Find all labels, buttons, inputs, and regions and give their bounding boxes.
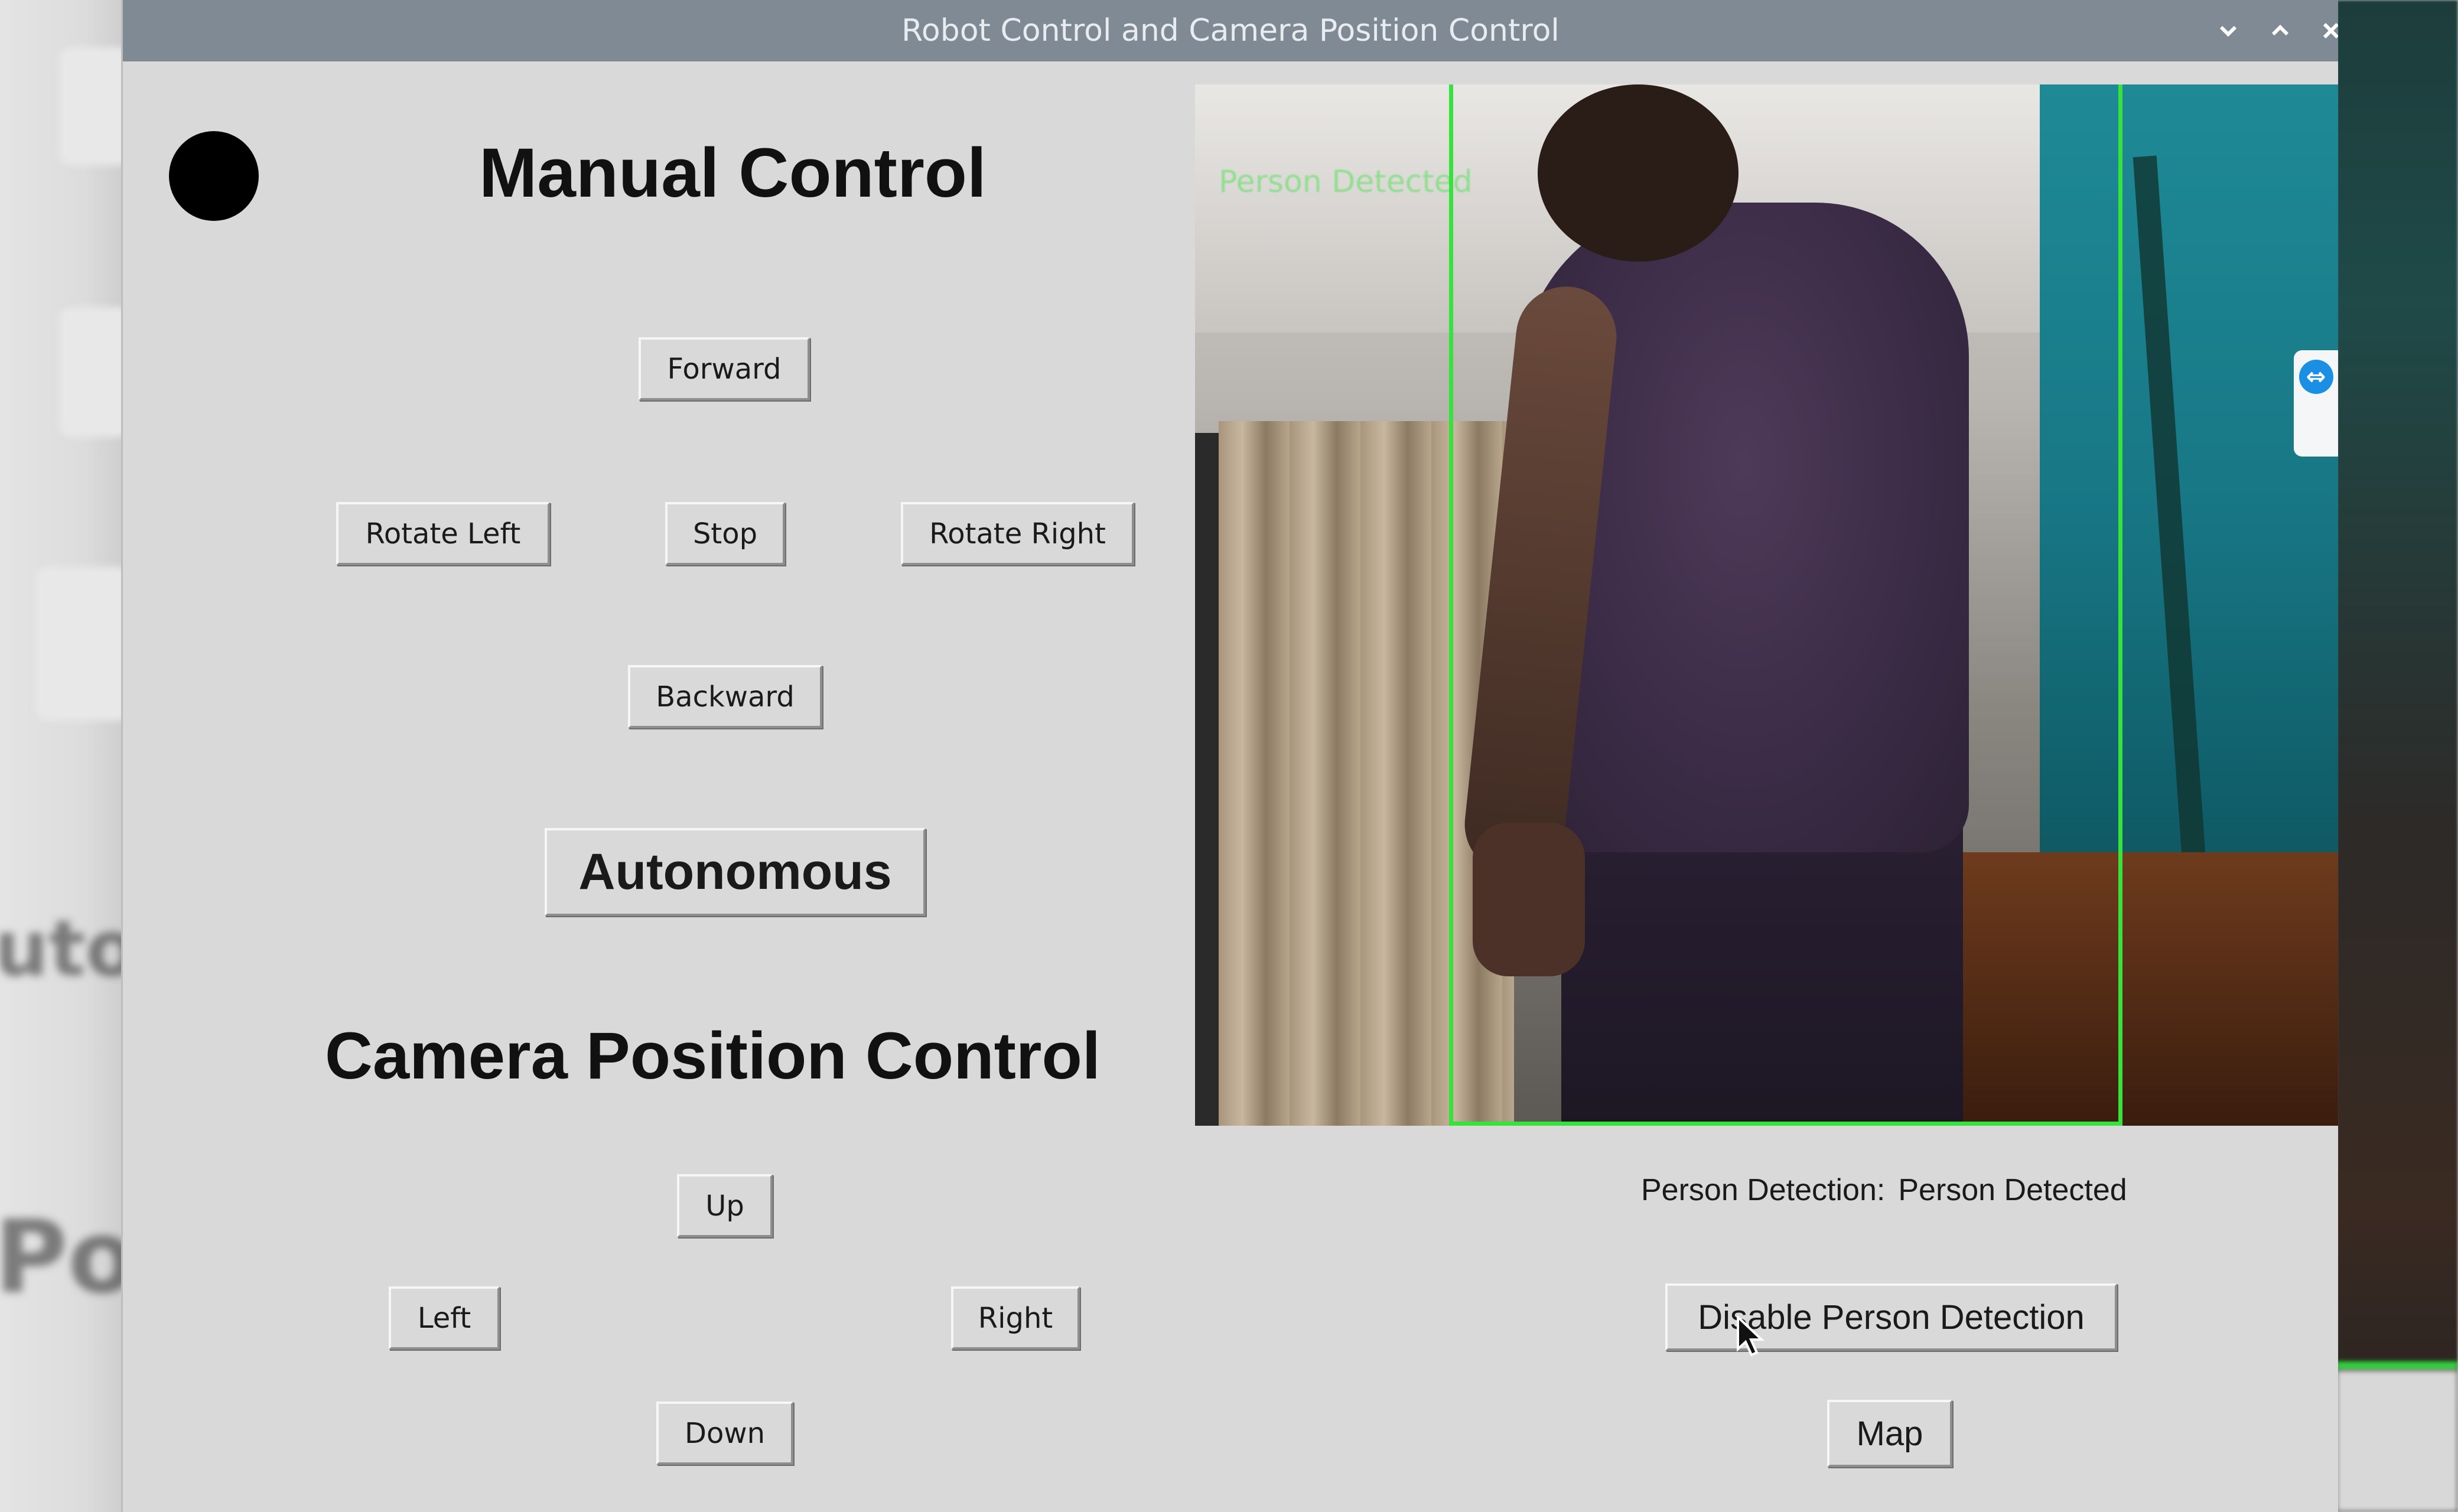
camera-right-button[interactable]: Right	[951, 1286, 1080, 1350]
window-title: Robot Control and Camera Position Contro…	[901, 13, 1560, 48]
camera-left-button[interactable]: Left	[389, 1286, 500, 1350]
camera-down-button[interactable]: Down	[656, 1402, 793, 1465]
autonomous-button[interactable]: Autonomous	[545, 828, 926, 916]
camera-feed: Person Detected ⇔	[1195, 84, 2338, 1126]
camera-up-button[interactable]: Up	[677, 1174, 773, 1237]
background-blur-text: uto	[0, 904, 121, 993]
person-detection-status: Person Detection: Person Detected	[1641, 1172, 2127, 1208]
disable-person-detection-button[interactable]: Disable Person Detection	[1665, 1283, 2117, 1351]
backward-button[interactable]: Backward	[628, 665, 822, 728]
forward-button[interactable]: Forward	[639, 337, 810, 400]
map-button[interactable]: Map	[1827, 1400, 1952, 1467]
background-blur-shape	[59, 47, 121, 165]
background-desktop-right	[2336, 0, 2458, 1512]
rotate-right-button[interactable]: Rotate Right	[901, 502, 1134, 565]
chevron-up-icon[interactable]	[2262, 13, 2298, 48]
camera-position-control-heading: Camera Position Control	[325, 1019, 1101, 1093]
background-blur-shape	[59, 307, 121, 437]
detection-overlay-label: Person Detected	[1219, 164, 1473, 200]
app-window: Robot Control and Camera Position Contro…	[121, 0, 2338, 1512]
mouse-cursor-icon	[1736, 1314, 1765, 1357]
person-bounding-box	[1449, 84, 2122, 1126]
chevron-down-icon[interactable]	[2210, 13, 2246, 48]
background-blur-line	[2336, 1361, 2458, 1370]
remote-support-icon[interactable]: ⇔	[2294, 350, 2338, 457]
manual-control-heading: Manual Control	[479, 134, 987, 212]
status-indicator	[169, 131, 259, 221]
person-detection-label: Person Detection:	[1641, 1173, 1886, 1207]
background-blur-shape	[35, 567, 121, 721]
stop-button[interactable]: Stop	[665, 502, 785, 565]
title-bar[interactable]: Robot Control and Camera Position Contro…	[123, 0, 2338, 61]
double-arrow-icon: ⇔	[2299, 360, 2333, 394]
background-desktop-left: uto Po	[0, 0, 121, 1512]
background-blur-panel	[2336, 1370, 2458, 1512]
person-detection-value: Person Detected	[1898, 1173, 2127, 1207]
close-icon[interactable]	[2313, 13, 2338, 48]
background-blur-text: Po	[0, 1199, 121, 1316]
rotate-left-button[interactable]: Rotate Left	[336, 502, 550, 565]
